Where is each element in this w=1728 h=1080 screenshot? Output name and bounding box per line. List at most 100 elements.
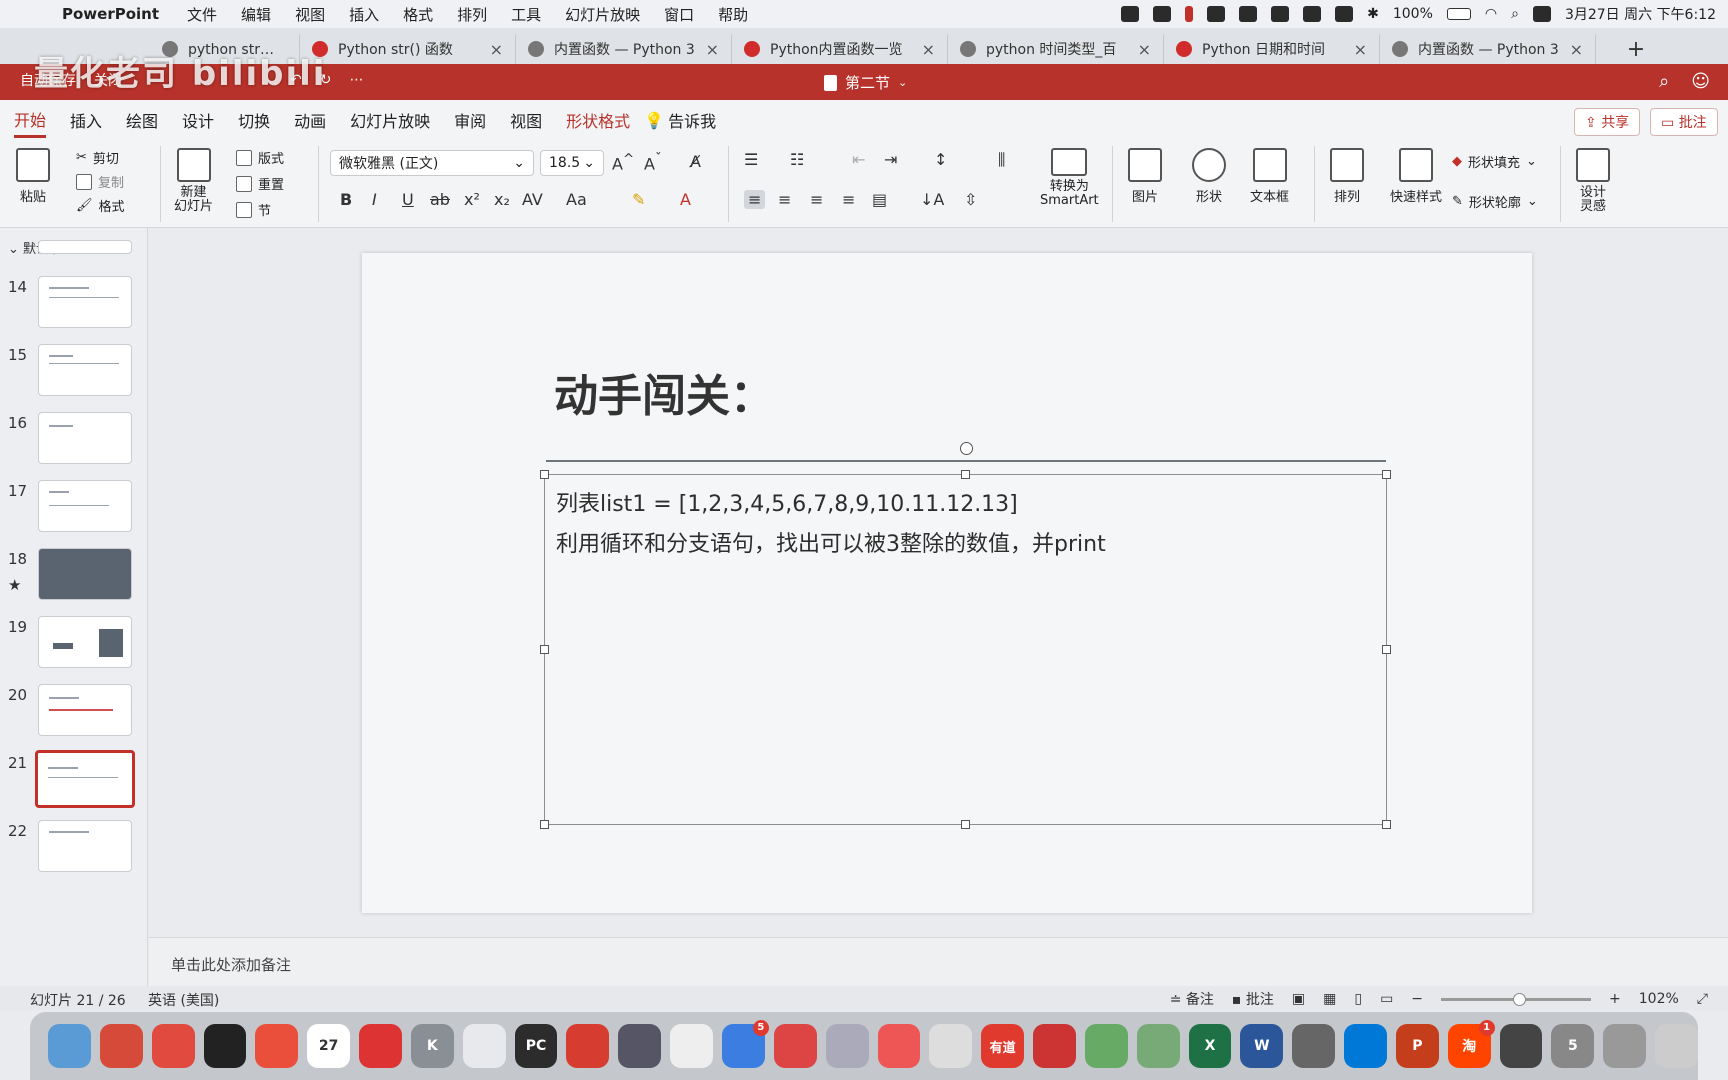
char-spacing-icon[interactable]: AV bbox=[522, 190, 543, 209]
layout-button[interactable]: 版式 bbox=[236, 148, 284, 167]
arrange-button[interactable]: 排列 bbox=[1330, 148, 1364, 205]
datetime[interactable]: 3月27日 周六 下午6:12 bbox=[1565, 4, 1716, 24]
shield-icon[interactable] bbox=[1239, 6, 1258, 22]
format-painter-button[interactable]: 🖌 格式 bbox=[76, 196, 125, 215]
youdao-icon[interactable]: 有道 bbox=[981, 1024, 1025, 1068]
browser-tab[interactable]: 内置函数 — Python 3 × bbox=[516, 34, 732, 64]
comments-button[interactable]: ▭ 批注 bbox=[1650, 108, 1718, 136]
tab-draw[interactable]: 绘图 bbox=[126, 104, 158, 136]
normal-view-icon[interactable]: ▣ bbox=[1292, 991, 1305, 1007]
reminders-icon[interactable] bbox=[462, 1024, 506, 1068]
preview-icon[interactable] bbox=[1603, 1024, 1647, 1068]
grid-icon[interactable] bbox=[1271, 6, 1290, 22]
control-center-icon[interactable] bbox=[1532, 6, 1551, 22]
browser-tab[interactable]: Python 日期和时间 × bbox=[1164, 34, 1380, 64]
convert-smartart-button[interactable]: 转换为 SmartArt bbox=[1040, 148, 1099, 208]
menu-arrange[interactable]: 排列 bbox=[457, 4, 487, 25]
highlight-icon[interactable]: ✎ bbox=[632, 190, 645, 209]
copy-button[interactable]: 复制 bbox=[76, 172, 124, 191]
powerpoint-icon[interactable]: P bbox=[1395, 1024, 1439, 1068]
reset-button[interactable]: 重置 bbox=[236, 174, 284, 193]
increase-font-icon[interactable]: A^ bbox=[612, 152, 634, 173]
close-icon[interactable]: × bbox=[922, 40, 935, 59]
textbox-button[interactable]: 文本框 bbox=[1250, 148, 1289, 205]
clear-format-icon[interactable]: A̸ bbox=[690, 152, 701, 171]
slideshow-view-icon[interactable]: ▭ bbox=[1380, 991, 1393, 1007]
zoom-slider-knob[interactable] bbox=[1513, 992, 1527, 1006]
change-case-icon[interactable]: Aa bbox=[566, 190, 587, 209]
close-icon[interactable]: × bbox=[1570, 40, 1583, 59]
five-app-icon[interactable]: 5 bbox=[1551, 1024, 1595, 1068]
menu-file[interactable]: 文件 bbox=[187, 4, 217, 25]
font-color-icon[interactable]: A bbox=[680, 190, 691, 209]
shape-fill-button[interactable]: ◆ 形状填充 ⌄ bbox=[1452, 152, 1537, 171]
tab-view[interactable]: 视图 bbox=[510, 104, 542, 136]
title-divider-line[interactable] bbox=[546, 460, 1386, 462]
fit-window-icon[interactable]: ⤢ bbox=[1697, 991, 1708, 1007]
windows-icon[interactable] bbox=[1344, 1024, 1387, 1068]
wechat-work-icon[interactable] bbox=[1136, 1024, 1180, 1068]
apple-icon[interactable] bbox=[26, 3, 48, 25]
smiley-icon[interactable]: ☺ bbox=[1691, 71, 1710, 92]
slide-thumbnail[interactable] bbox=[38, 684, 132, 736]
bar-icon[interactable] bbox=[1303, 6, 1322, 22]
superscript-icon[interactable]: x² bbox=[464, 190, 480, 209]
calendar-icon[interactable]: 27 bbox=[307, 1024, 351, 1068]
bird-app-icon[interactable] bbox=[825, 1024, 869, 1068]
columns-icon[interactable]: ⫼ bbox=[998, 150, 1005, 170]
document-title[interactable]: 第二节 ⌄ bbox=[824, 72, 907, 93]
line-spacing-icon[interactable]: ↕ bbox=[934, 150, 947, 169]
menu-format[interactable]: 格式 bbox=[403, 4, 433, 25]
strikethrough-icon[interactable]: ab bbox=[430, 190, 450, 209]
resize-handle-sw[interactable] bbox=[540, 820, 549, 829]
slide-thumbnail[interactable] bbox=[38, 480, 132, 532]
zoom-out-icon[interactable]: − bbox=[1411, 991, 1423, 1007]
resize-handle-e[interactable] bbox=[1382, 645, 1391, 654]
underline-icon[interactable]: U bbox=[402, 190, 414, 209]
menu-insert[interactable]: 插入 bbox=[349, 4, 379, 25]
notes-app-icon[interactable] bbox=[670, 1024, 713, 1068]
chrome-icon[interactable] bbox=[566, 1024, 610, 1068]
battery-icon[interactable] bbox=[1446, 8, 1471, 20]
browser-tab[interactable]: python 时间类型_百 × bbox=[948, 34, 1164, 64]
outdent-icon[interactable]: ⇤ bbox=[852, 150, 865, 169]
search-icon[interactable]: ⌕ bbox=[1511, 6, 1519, 22]
photos-icon[interactable] bbox=[255, 1024, 299, 1068]
close-icon[interactable]: × bbox=[1354, 40, 1367, 59]
tab-design[interactable]: 设计 bbox=[182, 104, 214, 136]
rotate-handle[interactable] bbox=[960, 442, 973, 455]
resize-handle-w[interactable] bbox=[540, 645, 549, 654]
tab-slideshow[interactable]: 幻灯片放映 bbox=[350, 104, 430, 136]
pause-icon[interactable] bbox=[1185, 6, 1194, 22]
menu-view[interactable]: 视图 bbox=[295, 4, 325, 25]
align-left-icon[interactable]: ≡ bbox=[744, 190, 766, 209]
tab-transitions[interactable]: 切换 bbox=[238, 104, 270, 136]
mail-icon[interactable] bbox=[1153, 6, 1172, 22]
menu-edit[interactable]: 编辑 bbox=[241, 4, 271, 25]
new-tab-button[interactable]: + bbox=[1596, 34, 1676, 64]
tab-animations[interactable]: 动画 bbox=[294, 104, 326, 136]
align-center-icon[interactable]: ≡ bbox=[778, 190, 791, 209]
shape-button[interactable]: 形状 bbox=[1192, 148, 1226, 205]
cut-button[interactable]: ✂ 剪切 bbox=[76, 148, 119, 167]
textbox-line-2[interactable]: 利用循环和分支语句，找出可以被3整除的数值，并print bbox=[556, 526, 1106, 558]
browser-tab[interactable]: Python str() 函数 × bbox=[300, 34, 516, 64]
resize-handle-n[interactable] bbox=[961, 470, 970, 479]
wechat-icon[interactable] bbox=[1084, 1024, 1128, 1068]
language-indicator[interactable]: 英语 (美国) bbox=[148, 990, 219, 1010]
terminal-icon[interactable] bbox=[203, 1024, 247, 1068]
quick-styles-button[interactable]: 快速样式 bbox=[1390, 148, 1442, 205]
menu-slideshow[interactable]: 幻灯片放映 bbox=[565, 4, 640, 25]
shape-outline-button[interactable]: ✎ 形状轮廓 ⌄ bbox=[1452, 192, 1538, 211]
more-icon[interactable]: ⋯ bbox=[349, 72, 363, 88]
safari-icon[interactable] bbox=[618, 1024, 662, 1068]
zoom-level[interactable]: 102% bbox=[1639, 991, 1679, 1007]
bluetooth-icon[interactable]: ✱ bbox=[1367, 6, 1379, 22]
record-icon[interactable] bbox=[1121, 6, 1140, 22]
slide-thumbnail[interactable] bbox=[38, 616, 132, 668]
wifi-icon[interactable]: ◠ bbox=[1485, 6, 1497, 22]
flag-icon[interactable] bbox=[359, 1024, 402, 1068]
decrease-font-icon[interactable]: Aˇ bbox=[644, 152, 662, 173]
paste-button[interactable]: 粘贴 bbox=[16, 148, 50, 205]
excel-icon[interactable]: X bbox=[1188, 1024, 1232, 1068]
